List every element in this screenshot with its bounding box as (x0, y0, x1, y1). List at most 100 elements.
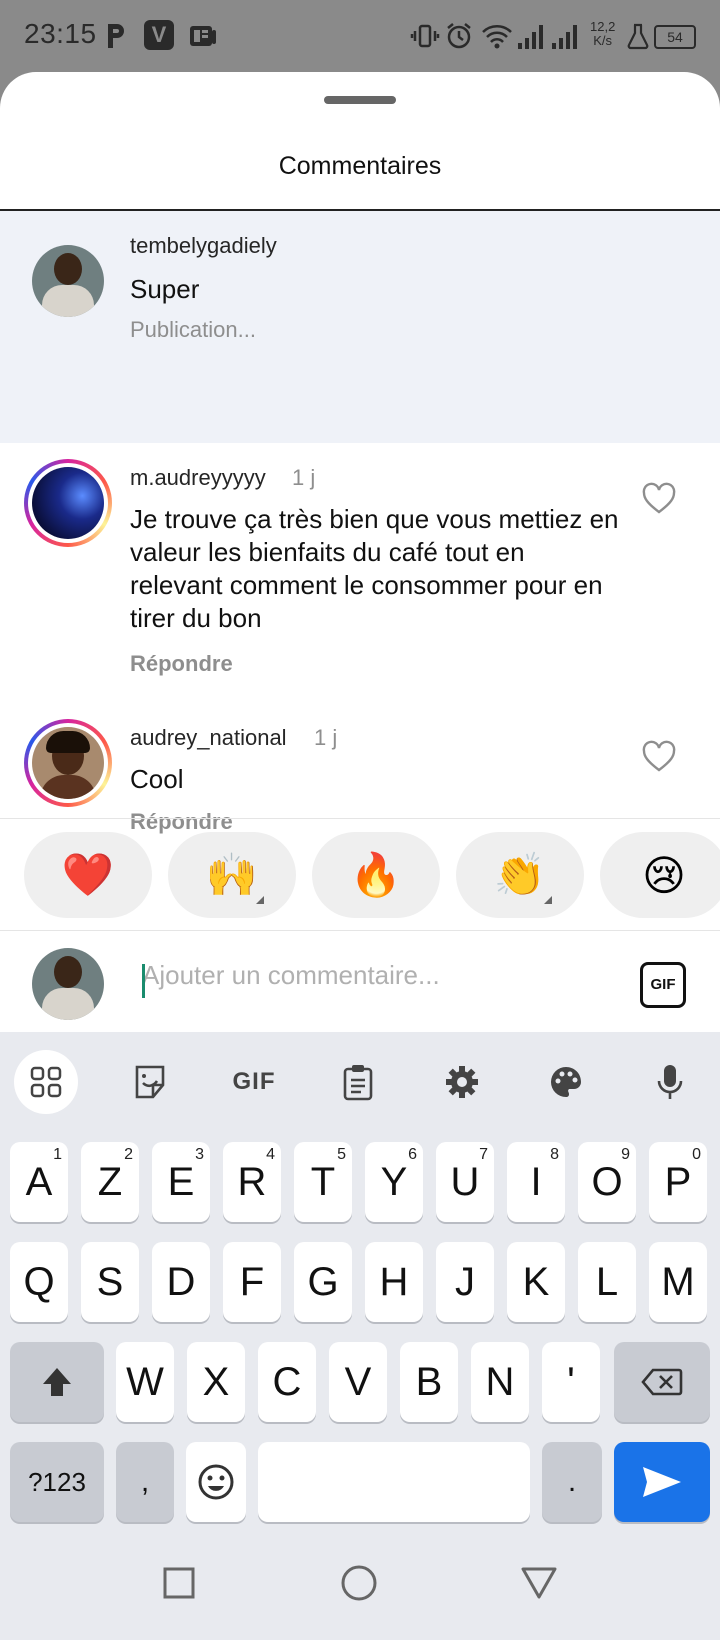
key-j[interactable]: J (436, 1242, 494, 1322)
key-y[interactable]: Y6 (365, 1142, 423, 1222)
sticker-icon[interactable] (118, 1050, 182, 1114)
key-w[interactable]: W (116, 1342, 174, 1422)
key-label: T (310, 1159, 336, 1204)
reaction-fire[interactable]: 🔥 (312, 832, 440, 918)
apps-grid-icon[interactable] (14, 1050, 78, 1114)
key-d[interactable]: D (152, 1242, 210, 1322)
shift-key[interactable] (10, 1342, 104, 1422)
back-icon[interactable] (520, 1566, 558, 1600)
emoji-key[interactable] (186, 1442, 246, 1522)
gif-button[interactable]: GIF (640, 962, 686, 1008)
key-q[interactable]: Q (10, 1242, 68, 1322)
clipboard-icon[interactable] (326, 1050, 390, 1114)
reaction-raising-hands-emoji: 🙌 (205, 850, 259, 898)
comment-text: Je trouve ça très bien que vous mettiez … (130, 504, 619, 633)
key-t[interactable]: T5 (294, 1142, 352, 1222)
comment-item: tembelygadiely Super Publication... (0, 211, 720, 443)
like-heart-icon[interactable] (641, 739, 677, 775)
signal-icon-1 (516, 20, 546, 52)
wifi-icon (480, 20, 514, 52)
send-key[interactable] (614, 1442, 710, 1522)
key-hint: 1 (53, 1146, 62, 1163)
key-hint: 0 (692, 1146, 701, 1163)
settings-icon[interactable] (430, 1050, 494, 1114)
key-apostrophe[interactable]: ' (542, 1342, 600, 1422)
signal-icon-2 (550, 20, 580, 52)
comment-meta: Publication... (130, 317, 256, 342)
key-u[interactable]: U7 (436, 1142, 494, 1222)
reaction-raising-hands[interactable]: 🙌 (168, 832, 296, 918)
comment-username[interactable]: m.audreyyyyy (130, 465, 266, 491)
avatar[interactable] (32, 727, 104, 799)
alarm-icon (444, 20, 474, 52)
key-label: Y (380, 1159, 408, 1204)
text-cursor (142, 964, 145, 998)
symbols-key[interactable]: ?123 (10, 1442, 104, 1522)
key-g[interactable]: G (294, 1242, 352, 1322)
reactions-divider (0, 818, 720, 819)
comment-input-row: Ajouter un commentaire... GIF (0, 932, 720, 1032)
key-label: Z (97, 1159, 123, 1204)
palette-icon[interactable] (534, 1050, 598, 1114)
key-a[interactable]: A1 (10, 1142, 68, 1222)
key-c[interactable]: C (258, 1342, 316, 1422)
key-hint: 2 (124, 1146, 133, 1163)
key-hint: 4 (266, 1146, 275, 1163)
period-key[interactable]: . (542, 1442, 602, 1522)
backspace-key[interactable] (614, 1342, 710, 1422)
comma-key[interactable]: , (116, 1442, 174, 1522)
key-r[interactable]: R4 (223, 1142, 281, 1222)
reaction-crying[interactable]: 😢 (600, 832, 720, 918)
news-app-icon (188, 20, 218, 52)
net-speed-value: 12,2 (590, 19, 616, 34)
net-speed: 12,2 K/s (590, 20, 615, 48)
key-label: A (25, 1159, 53, 1204)
comment-text: Cool (130, 764, 184, 794)
key-label: U (450, 1159, 480, 1204)
key-m[interactable]: M (649, 1242, 707, 1322)
key-v[interactable]: V (329, 1342, 387, 1422)
sheet-drag-handle[interactable] (324, 96, 396, 104)
key-h[interactable]: H (365, 1242, 423, 1322)
key-n[interactable]: N (471, 1342, 529, 1422)
key-e[interactable]: E3 (152, 1142, 210, 1222)
like-heart-icon[interactable] (641, 481, 677, 517)
key-p[interactable]: P0 (649, 1142, 707, 1222)
v-app-icon: V (144, 20, 174, 50)
key-i[interactable]: I8 (507, 1142, 565, 1222)
key-hint: 8 (550, 1146, 559, 1163)
key-s[interactable]: S (81, 1242, 139, 1322)
reaction-clapping[interactable]: 👏 (456, 832, 584, 918)
battery-indicator: 54 (654, 25, 696, 49)
home-icon[interactable] (340, 1564, 378, 1602)
key-hint: 6 (408, 1146, 417, 1163)
key-hint: 9 (621, 1146, 630, 1163)
comment-input[interactable]: Ajouter un commentaire... (142, 960, 440, 991)
keyboard: GIF A1Z2E3R4T5Y6U7I8O9P0 QSDFGHJKLM WXCV… (0, 1032, 720, 1536)
key-b[interactable]: B (400, 1342, 458, 1422)
sheet-title: Commentaires (278, 152, 442, 180)
key-k[interactable]: K (507, 1242, 565, 1322)
key-l[interactable]: L (578, 1242, 636, 1322)
key-z[interactable]: Z2 (81, 1142, 139, 1222)
input-divider (0, 930, 720, 931)
avatar[interactable] (32, 245, 104, 317)
key-f[interactable]: F (223, 1242, 281, 1322)
gif-tool-button[interactable]: GIF (222, 1050, 286, 1114)
comment-time: 1 j (292, 465, 316, 490)
comment-username[interactable]: audrey_national (130, 725, 287, 751)
key-o[interactable]: O9 (578, 1142, 636, 1222)
key-label: O (591, 1159, 623, 1204)
flask-icon (626, 20, 650, 52)
comment-username[interactable]: tembelygadiely (130, 233, 277, 259)
avatar[interactable] (32, 467, 104, 539)
recents-icon[interactable] (162, 1566, 196, 1600)
comment-item: m.audreyyyyy 1 j Je trouve ça très bien … (0, 443, 720, 703)
reaction-heart[interactable]: ❤️ (24, 832, 152, 918)
comment-item: audrey_national 1 j Cool Répondre (0, 703, 720, 834)
key-x[interactable]: X (187, 1342, 245, 1422)
space-key[interactable] (258, 1442, 530, 1522)
reply-button[interactable]: Répondre (130, 651, 233, 677)
key-hint: 3 (195, 1146, 204, 1163)
mic-icon[interactable] (638, 1050, 702, 1114)
